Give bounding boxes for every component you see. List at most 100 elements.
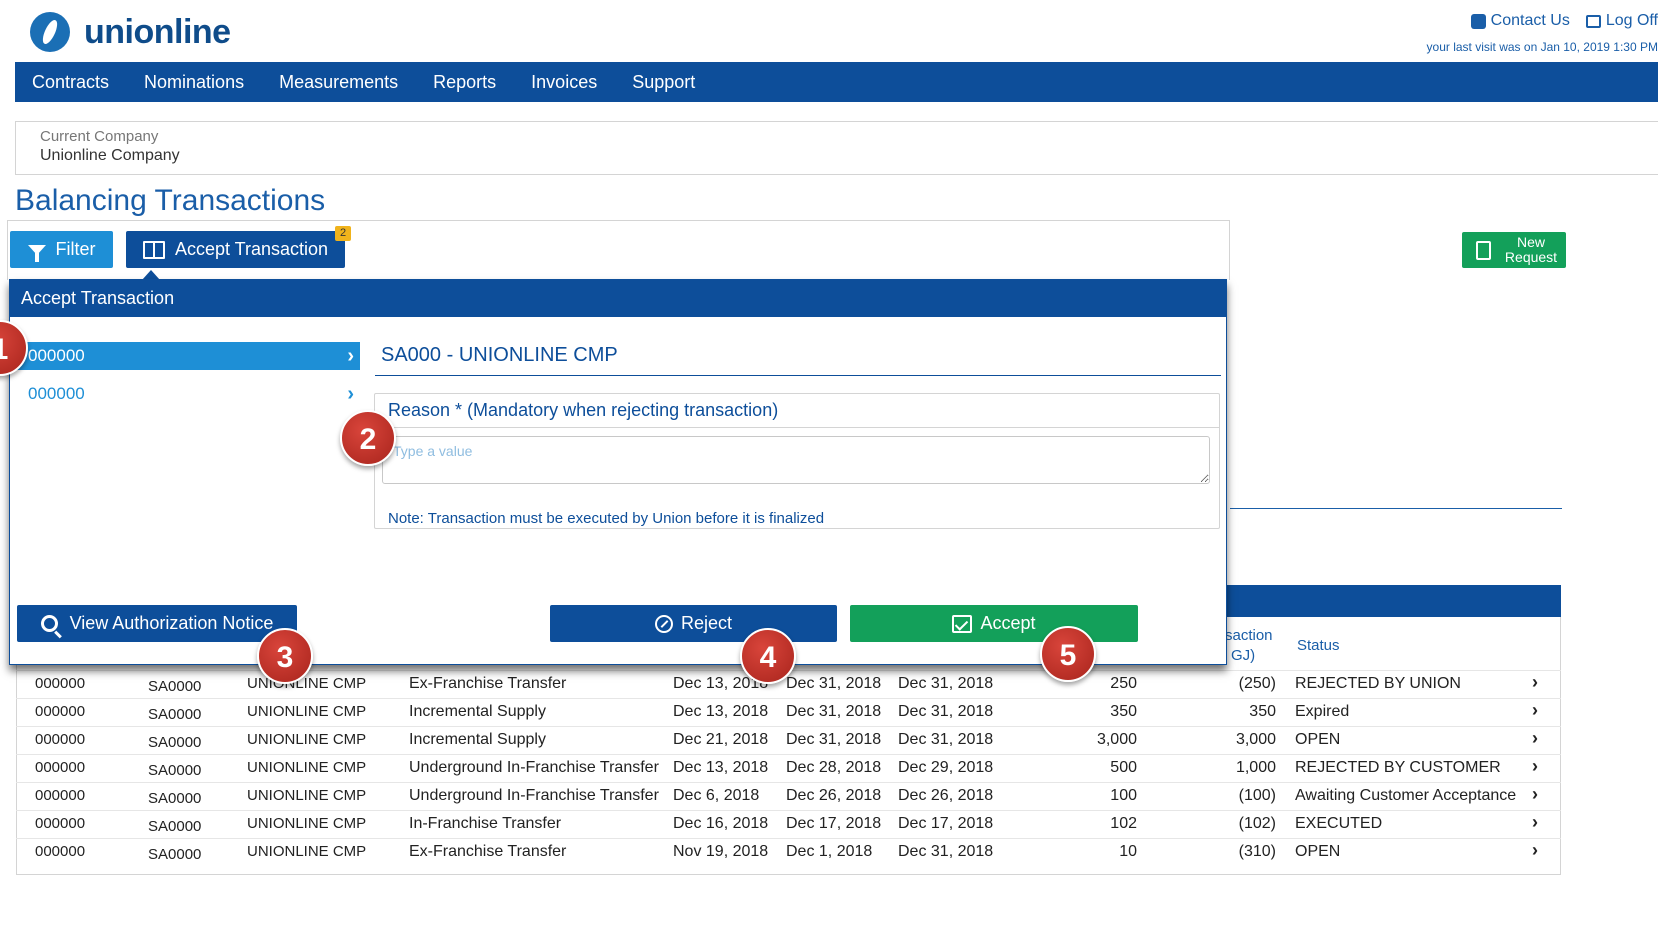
- transaction-list-item-label: 000000: [28, 384, 85, 403]
- reason-label: Reason * (Mandatory when rejecting trans…: [388, 400, 779, 420]
- top-links: Contact Us Log Off: [1470, 12, 1658, 30]
- check-square-icon: [952, 614, 973, 633]
- step-marker-5: 5: [1040, 626, 1096, 682]
- cell-date-2: Dec 26, 2018: [786, 787, 882, 804]
- column-header-status[interactable]: Status: [1297, 637, 1340, 654]
- accept-button[interactable]: Accept: [850, 605, 1138, 642]
- cell-date-1: Dec 6, 2018: [673, 787, 760, 804]
- table-row[interactable]: 000000 SA0000 UNIONLINE CMP Incremental …: [16, 726, 1561, 754]
- reason-textarea[interactable]: [382, 436, 1210, 484]
- table-row[interactable]: 000000 SA0000 UNIONLINE CMP Underground …: [16, 754, 1561, 782]
- cell-date-1: Dec 13, 2018: [673, 759, 769, 776]
- current-company-label: Current Company: [40, 128, 159, 145]
- chevron-right-icon[interactable]: ›: [1532, 728, 1538, 749]
- main-nav: Contracts Nominations Measurements Repor…: [15, 62, 1658, 102]
- nav-contracts[interactable]: Contracts: [32, 72, 109, 93]
- reject-button[interactable]: Reject: [550, 605, 837, 642]
- cell-status: OPEN: [1295, 843, 1341, 860]
- nav-support[interactable]: Support: [632, 72, 695, 93]
- logo-text: unionline: [84, 12, 231, 51]
- table-row[interactable]: 000000 SA0000 UNIONLINE CMP In-Franchise…: [16, 810, 1561, 838]
- cell-contract: 000000: [35, 843, 86, 860]
- column-header-transaction: saction: [1225, 627, 1273, 644]
- table-body: 000000 SA0000 UNIONLINE CMP Ex-Franchise…: [16, 670, 1561, 866]
- document-icon: [1476, 240, 1491, 260]
- step-marker-3: 3: [257, 628, 313, 684]
- nav-measurements[interactable]: Measurements: [279, 72, 398, 93]
- cell-transaction: 1,000: [1235, 759, 1276, 776]
- nav-invoices[interactable]: Invoices: [531, 72, 597, 93]
- transaction-list-item-label: 000000: [28, 346, 85, 365]
- last-visit-text: your last visit was on Jan 10, 2019 1:30…: [1426, 40, 1658, 54]
- sign-out-icon: [1585, 14, 1601, 28]
- log-off-link[interactable]: Log Off: [1585, 12, 1658, 30]
- cell-type: Underground In-Franchise Transfer: [409, 759, 659, 776]
- cell-contract: 000000: [35, 703, 86, 720]
- cell-date-1: Dec 21, 2018: [673, 731, 769, 748]
- chevron-right-icon[interactable]: ›: [1532, 756, 1538, 777]
- cell-sa: SA0000: [148, 762, 202, 779]
- cell-date-3: Dec 17, 2018: [898, 815, 994, 832]
- nav-reports[interactable]: Reports: [433, 72, 496, 93]
- cell-sa: SA0000: [148, 790, 202, 807]
- cell-type: Underground In-Franchise Transfer: [409, 787, 659, 804]
- cell-date-3: Dec 29, 2018: [898, 759, 994, 776]
- filter-icon: [27, 244, 46, 262]
- cell-type: Incremental Supply: [409, 731, 546, 748]
- cell-date-1: Dec 13, 2018: [673, 703, 769, 720]
- cell-type: Ex-Franchise Transfer: [409, 843, 567, 860]
- cell-date-3: Dec 31, 2018: [898, 675, 994, 692]
- unionline-logo[interactable]: unionline: [30, 12, 231, 52]
- accept-transaction-dialog: Accept Transaction 000000 › 000000 › SA0…: [9, 279, 1227, 665]
- current-company-box: Current Company Unionline Company: [15, 121, 1658, 175]
- cell-date-3: Dec 31, 2018: [898, 731, 994, 748]
- cell-date-2: Dec 17, 2018: [786, 815, 882, 832]
- cell-date-2: Dec 31, 2018: [786, 703, 882, 720]
- contact-us-link[interactable]: Contact Us: [1470, 12, 1570, 30]
- ban-icon: [654, 614, 673, 633]
- chevron-right-icon[interactable]: ›: [1532, 784, 1538, 805]
- cell-status: EXECUTED: [1295, 815, 1383, 832]
- phone-icon: [1470, 13, 1486, 29]
- table-row[interactable]: 000000 SA0000 UNIONLINE CMP Incremental …: [16, 698, 1561, 726]
- section-divider: [1230, 508, 1562, 509]
- cell-company: UNIONLINE CMP: [247, 787, 367, 804]
- accept-transaction-button[interactable]: Accept Transaction: [126, 231, 345, 268]
- chevron-right-icon[interactable]: ›: [1532, 700, 1538, 721]
- cell-company: UNIONLINE CMP: [247, 731, 367, 748]
- cell-contract: 000000: [35, 815, 86, 832]
- cell-status: OPEN: [1295, 731, 1341, 748]
- chevron-right-icon[interactable]: ›: [1532, 672, 1538, 693]
- transaction-list-item[interactable]: 000000 ›: [10, 380, 360, 408]
- view-authorization-notice-button[interactable]: View Authorization Notice: [17, 605, 297, 642]
- filter-label: Filter: [55, 239, 96, 259]
- cell-quantity: 350: [1110, 703, 1137, 720]
- cell-quantity: 100: [1110, 787, 1137, 804]
- cell-quantity: 102: [1110, 815, 1137, 832]
- cell-quantity: 250: [1110, 675, 1137, 692]
- cell-transaction: 3,000: [1235, 731, 1276, 748]
- step-marker-4: 4: [740, 628, 796, 684]
- cell-contract: 000000: [35, 675, 86, 692]
- transaction-list-item-selected[interactable]: 000000 ›: [10, 342, 360, 370]
- cell-contract: 000000: [35, 759, 86, 776]
- cell-date-1: Nov 19, 2018: [673, 843, 769, 860]
- table-row[interactable]: 000000 SA0000 UNIONLINE CMP Underground …: [16, 782, 1561, 810]
- chevron-right-icon[interactable]: ›: [1532, 812, 1538, 833]
- cell-sa: SA0000: [148, 734, 202, 751]
- nav-nominations[interactable]: Nominations: [144, 72, 244, 93]
- cell-date-2: Dec 31, 2018: [786, 731, 882, 748]
- chevron-right-icon: ›: [347, 383, 354, 405]
- accept-label: Accept: [980, 613, 1036, 633]
- page-title: Balancing Transactions: [15, 184, 326, 217]
- new-request-button[interactable]: New Request: [1462, 232, 1566, 268]
- cell-transaction: 350: [1249, 703, 1276, 720]
- chevron-right-icon[interactable]: ›: [1532, 840, 1538, 861]
- cell-transaction: (250): [1238, 675, 1276, 692]
- cell-type: Ex-Franchise Transfer: [409, 675, 567, 692]
- log-off-label: Log Off: [1605, 12, 1658, 29]
- accept-transaction-label: Accept Transaction: [174, 239, 329, 259]
- finalize-note: Note: Transaction must be executed by Un…: [388, 510, 825, 527]
- filter-button[interactable]: Filter: [10, 231, 113, 268]
- table-row[interactable]: 000000 SA0000 UNIONLINE CMP Ex-Franchise…: [16, 838, 1561, 866]
